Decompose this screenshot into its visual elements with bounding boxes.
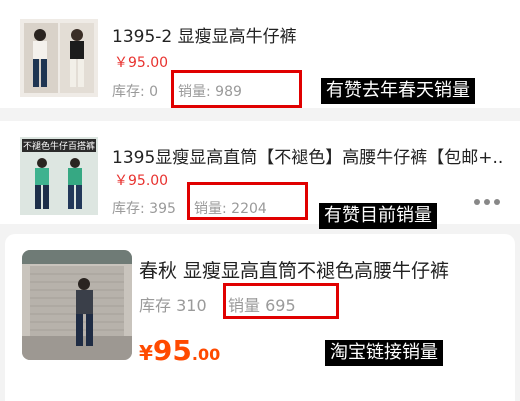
annotation-label-3: 淘宝链接销量 (325, 340, 443, 366)
product-price-1: ￥95.00 (114, 55, 169, 71)
product-title-3[interactable]: 春秋 显瘦显高直筒不褪色高腰牛仔裤 (139, 256, 509, 283)
product-thumbnail-3[interactable] (22, 250, 132, 360)
thumbnail-banner-text: 不褪色牛仔百搭裤 (23, 140, 95, 152)
annotation-label-1: 有赞去年春天销量 (321, 78, 475, 104)
product-price-3: ¥95.00 (139, 334, 220, 367)
product-title-1[interactable]: 1395-2 显瘦显高牛仔裤 (112, 22, 412, 47)
highlight-box-1 (171, 70, 302, 108)
highlight-box-2 (187, 182, 308, 220)
product-thumbnail-1[interactable] (20, 19, 98, 97)
product-stock-3: 库存 310 (139, 296, 207, 315)
more-options-icon[interactable] (474, 196, 504, 208)
product-thumbnail-2[interactable]: 不褪色牛仔百搭裤 (20, 137, 98, 215)
product-title-2[interactable]: 1395显瘦显高直筒【不褪色】高腰牛仔裤【包邮+... (112, 143, 504, 168)
price-integer: 95 (152, 334, 192, 367)
product-price-2: ￥95.00 (114, 173, 169, 189)
product-stock-2: 库存: 395 (112, 201, 176, 217)
price-decimal: .00 (191, 345, 221, 364)
product-stock-1: 库存: 0 (112, 84, 159, 100)
highlight-box-3 (223, 283, 339, 319)
annotation-label-2: 有赞目前销量 (319, 203, 437, 229)
price-currency: ¥ (139, 341, 153, 365)
